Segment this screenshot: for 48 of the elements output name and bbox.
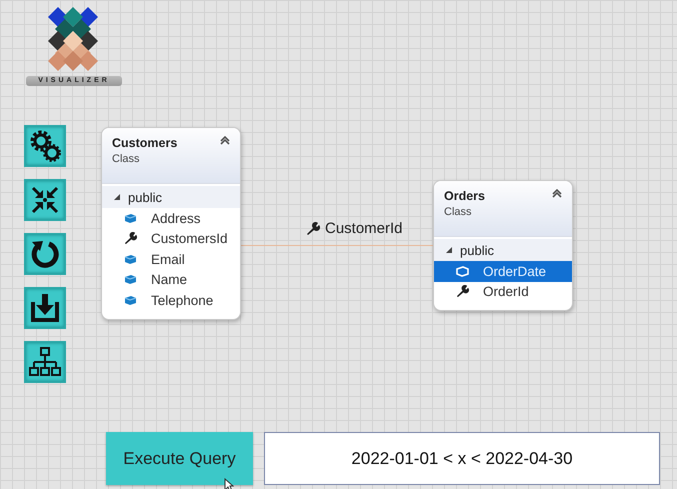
- property-icon: [124, 254, 137, 265]
- expanded-triangle-icon[interactable]: [114, 194, 120, 200]
- download-icon: [29, 292, 61, 324]
- hierarchy-button[interactable]: [24, 341, 66, 383]
- member-row[interactable]: Name: [102, 270, 240, 290]
- section-label: public: [460, 242, 494, 258]
- collapse-chevron-icon[interactable]: [220, 136, 230, 145]
- class-type: Class: [112, 153, 141, 165]
- refresh-icon: [29, 238, 61, 270]
- settings-button[interactable]: [24, 125, 66, 167]
- member-row[interactable]: Email: [102, 249, 240, 270]
- hierarchy-icon: [29, 346, 61, 378]
- execute-query-button[interactable]: Execute Query: [106, 432, 253, 485]
- member-name: Email: [151, 252, 185, 267]
- wrench-icon: [306, 222, 320, 236]
- wrench-icon: [124, 232, 137, 246]
- member-row[interactable]: Telephone: [102, 290, 240, 310]
- property-icon: [124, 212, 137, 224]
- arrows-inward-icon: [30, 185, 60, 215]
- property-icon: [124, 274, 137, 286]
- member-row[interactable]: CustomersId: [102, 228, 240, 249]
- property-icon: [456, 266, 469, 277]
- member-name: Address: [151, 210, 201, 226]
- gears-icon: [29, 130, 61, 162]
- connector-label: CustomerId: [325, 220, 403, 237]
- class-name: Customers: [112, 136, 178, 150]
- collapse-button[interactable]: [24, 179, 66, 221]
- refresh-button[interactable]: [24, 233, 66, 275]
- section-label: public: [128, 190, 162, 204]
- member-row[interactable]: Address: [102, 208, 240, 228]
- collapse-chevron-icon[interactable]: [552, 189, 562, 198]
- query-field[interactable]: 2022-01-01 < x < 2022-04-30: [264, 432, 660, 485]
- member-name: Name: [151, 272, 188, 288]
- download-button[interactable]: [24, 287, 66, 329]
- class-name: Orders: [444, 189, 485, 203]
- member-row[interactable]: OrderId: [434, 282, 572, 302]
- member-name: Telephone: [151, 292, 214, 308]
- class-type: Class: [444, 206, 473, 218]
- member-name: OrderDate: [483, 264, 546, 279]
- wrench-icon: [456, 285, 469, 298]
- class-card[interactable]: Orders Class public OrderDate OrderId: [433, 180, 573, 311]
- member-name: CustomersId: [151, 231, 228, 246]
- property-icon: [124, 294, 137, 306]
- member-row[interactable]: OrderDate: [434, 261, 572, 282]
- expanded-triangle-icon[interactable]: [446, 247, 452, 253]
- mouse-cursor-icon: [224, 478, 234, 489]
- class-card[interactable]: Customers Class public Address CustomersId Email Name Telephone: [101, 127, 241, 320]
- member-name: OrderId: [483, 284, 529, 300]
